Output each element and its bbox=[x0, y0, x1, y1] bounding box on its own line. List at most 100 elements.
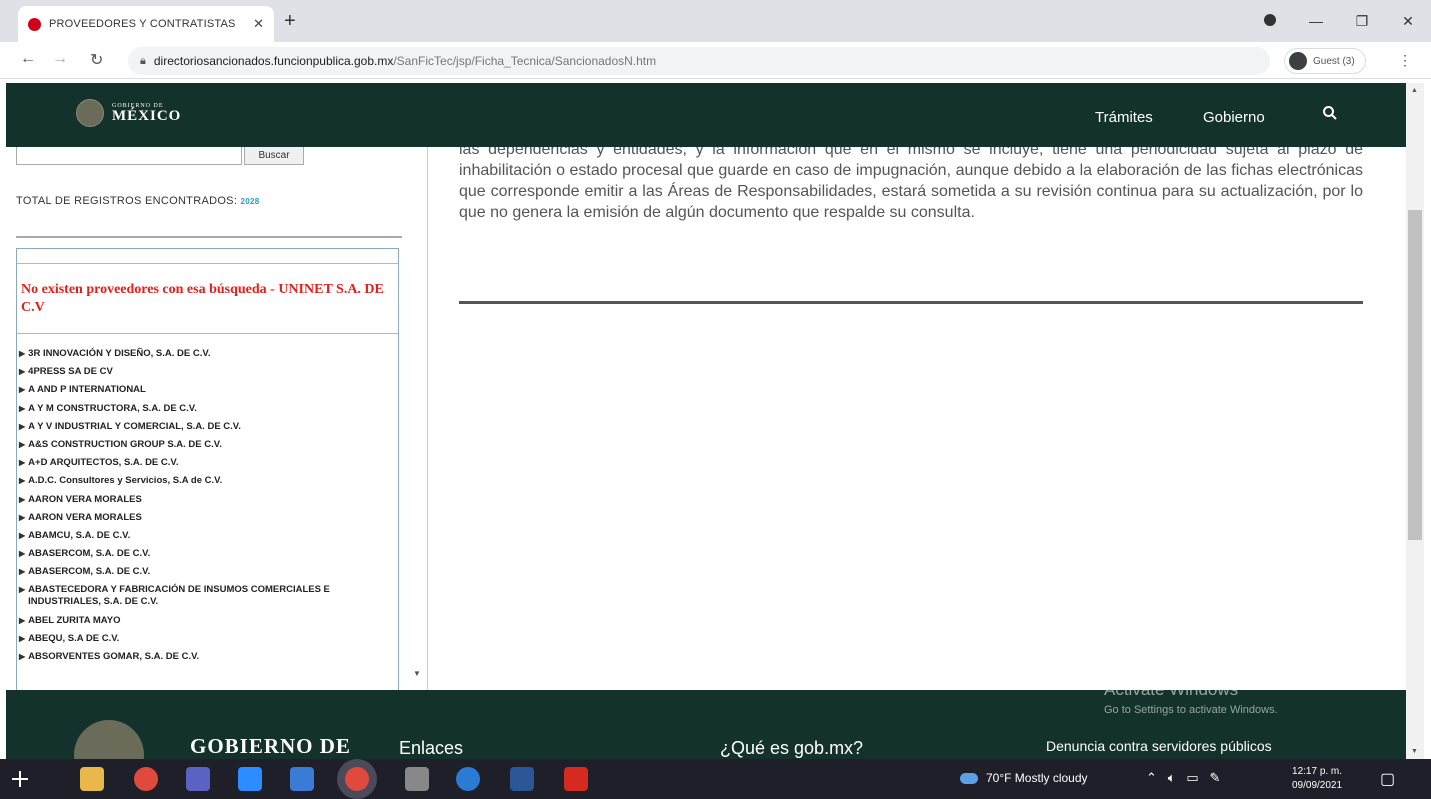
page-scrollbar[interactable]: ▲ ▼ bbox=[1406, 83, 1424, 759]
browser-menu-icon[interactable]: ⋮ bbox=[1398, 52, 1412, 69]
skype-icon[interactable] bbox=[290, 767, 314, 791]
lock-icon[interactable]: 🔒︎ bbox=[140, 55, 146, 68]
notification-icon[interactable]: ▢ bbox=[1380, 769, 1395, 789]
browser-tab[interactable]: PROVEEDORES Y CONTRATISTAS ✕ bbox=[18, 6, 274, 42]
divider bbox=[459, 301, 1363, 304]
logo-big-text: MÉXICO bbox=[112, 107, 182, 124]
network-icon[interactable]: ▭ bbox=[1186, 770, 1198, 785]
expand-triangle-icon: ▶ bbox=[19, 403, 26, 413]
provider-name: ABASERCOM, S.A. DE C.V. bbox=[28, 548, 151, 560]
provider-list: ▶ 3R INNOVACIÓN Y DISEÑO, S.A. DE C.V. ▶ 4P… bbox=[19, 348, 399, 669]
provider-name: ABAMCU, S.A. DE C.V. bbox=[28, 529, 131, 541]
expand-triangle-icon: ▶ bbox=[19, 512, 26, 522]
provider-list-item[interactable]: ▶ ABEL ZURITA MAYO bbox=[19, 615, 399, 627]
file-explorer-icon[interactable] bbox=[80, 767, 104, 791]
divider bbox=[17, 333, 398, 334]
provider-name: ABEL ZURITA MAYO bbox=[28, 614, 121, 626]
profile-button[interactable]: Guest (3) bbox=[1284, 48, 1366, 74]
site-header: GOBIERNO DE MÉXICO Trámites Gobierno bbox=[6, 83, 1406, 147]
back-arrow-icon[interactable]: ← bbox=[20, 50, 36, 68]
provider-list-panel: No existen proveedores con esa búsqueda … bbox=[16, 248, 399, 690]
internet-explorer-icon[interactable] bbox=[456, 767, 480, 791]
system-tray[interactable]: ⌃ 🔈︎ ▭ ✎ bbox=[1146, 770, 1220, 786]
provider-name: ABASERCOM, S.A. DE C.V. bbox=[28, 566, 151, 578]
provider-list-item[interactable]: ▶ AARON VERA MORALES bbox=[19, 512, 399, 524]
close-tab-icon[interactable]: ✕ bbox=[253, 16, 264, 32]
scroll-down-icon[interactable]: ▼ bbox=[1411, 748, 1418, 755]
word-icon[interactable] bbox=[510, 767, 534, 791]
minimize-button[interactable]: — bbox=[1293, 13, 1339, 29]
weather-widget[interactable]: 70°F Mostly cloudy bbox=[960, 771, 1088, 785]
provider-list-item[interactable]: ▶ A+D ARQUITECTOS, S.A. DE C.V. bbox=[19, 457, 399, 469]
expand-triangle-icon: ▶ bbox=[19, 615, 26, 625]
provider-list-item[interactable]: ▶ A AND P INTERNATIONAL bbox=[19, 384, 399, 396]
expand-triangle-icon: ▶ bbox=[19, 367, 26, 377]
provider-list-item[interactable]: ▶ A Y V INDUSTRIAL Y COMERCIAL, S.A. DE C… bbox=[19, 421, 399, 433]
provider-name: A Y V INDUSTRIAL Y COMERCIAL, S.A. DE C.… bbox=[28, 420, 241, 432]
footer-link-que-es-gob[interactable]: ¿Qué es gob.mx? bbox=[720, 738, 863, 759]
expand-triangle-icon: ▶ bbox=[19, 349, 26, 358]
provider-list-item[interactable]: ▶ ABEQU, S.A DE C.V. bbox=[19, 633, 399, 645]
address-bar[interactable]: 🔒︎ directoriosancionados.funcionpublica.… bbox=[128, 47, 1270, 75]
pen-icon[interactable]: ✎ bbox=[1210, 770, 1221, 785]
expand-triangle-icon: ▶ bbox=[19, 530, 26, 540]
total-records: TOTAL DE REGISTROS ENCONTRADOS: 2028 bbox=[16, 195, 260, 207]
expand-triangle-icon: ▶ bbox=[19, 476, 26, 486]
expand-triangle-icon: ▶ bbox=[19, 385, 26, 395]
provider-name: AARON VERA MORALES bbox=[28, 493, 142, 505]
close-window-button[interactable]: ✕ bbox=[1385, 13, 1431, 30]
tray-chevron-icon[interactable]: ⌃ bbox=[1146, 770, 1157, 785]
disclaimer-paragraph: las dependencias y entidades, y la infor… bbox=[459, 147, 1363, 221]
provider-list-item[interactable]: ▶ A Y M CONSTRUCTORA, S.A. DE C.V. bbox=[19, 403, 399, 415]
reload-icon[interactable]: ↻ bbox=[90, 50, 103, 70]
provider-list-item[interactable]: ▶ ABAMCU, S.A. DE C.V. bbox=[19, 530, 399, 542]
provider-name: A AND P INTERNATIONAL bbox=[28, 384, 146, 396]
provider-list-item[interactable]: ▶ 4PRESS SA DE CV bbox=[19, 366, 399, 378]
provider-list-item[interactable]: ▶ 3R INNOVACIÓN Y DISEÑO, S.A. DE C.V. bbox=[19, 348, 399, 360]
scroll-up-icon[interactable]: ▲ bbox=[1411, 87, 1418, 94]
provider-list-item[interactable]: ▶ ABASERCOM, S.A. DE C.V. bbox=[19, 566, 399, 578]
volume-icon[interactable]: 🔈︎ bbox=[1168, 770, 1176, 785]
total-label: TOTAL DE REGISTROS ENCONTRADOS: bbox=[16, 195, 238, 207]
provider-list-item[interactable]: ▶ A.D.C. Consultores y Servicios, S.A de … bbox=[19, 475, 399, 487]
chrome-active-icon[interactable] bbox=[345, 767, 369, 791]
provider-list-item[interactable]: ▶ A&S CONSTRUCTION GROUP S.A. DE C.V. bbox=[19, 439, 399, 451]
provider-name: A.D.C. Consultores y Servicios, S.A de C… bbox=[28, 475, 223, 487]
provider-list-item[interactable]: ▶ ABASERCOM, S.A. DE C.V. bbox=[19, 548, 399, 560]
provider-list-item[interactable]: ▶ ABASTECEDORA Y FABRICACIÓN DE INSUMOS C… bbox=[19, 584, 399, 608]
zoom-icon[interactable] bbox=[238, 767, 262, 791]
new-tab-button[interactable]: + bbox=[284, 10, 296, 33]
gobierno-mexico-logo[interactable]: GOBIERNO DE MÉXICO bbox=[76, 99, 181, 127]
start-icon[interactable] bbox=[12, 771, 28, 787]
windows-taskbar: 70°F Mostly cloudy ⌃ 🔈︎ ▭ ✎ 12:17 p. m. … bbox=[0, 759, 1431, 799]
watermark-subtitle: Go to Settings to activate Windows. bbox=[1104, 704, 1278, 716]
search-button[interactable]: Buscar bbox=[244, 147, 304, 165]
scrollbar-thumb[interactable] bbox=[1408, 210, 1422, 540]
provider-name: AARON VERA MORALES bbox=[28, 511, 142, 523]
provider-name: A Y M CONSTRUCTORA, S.A. DE C.V. bbox=[28, 402, 197, 414]
nav-tramites[interactable]: Trámites bbox=[1095, 109, 1153, 126]
provider-name: ABEQU, S.A DE C.V. bbox=[28, 632, 120, 644]
footer-link-denuncia[interactable]: Denuncia contra servidores públicos bbox=[1046, 738, 1272, 754]
url-host: directoriosancionados.funcionpublica.gob… bbox=[153, 54, 394, 68]
provider-list-item[interactable]: ▶ ABSORVENTES GOMAR, S.A. DE C.V. bbox=[19, 651, 399, 663]
clock-time: 12:17 p. m. bbox=[1292, 766, 1343, 777]
footer-link-enlaces[interactable]: Enlaces bbox=[399, 738, 463, 759]
expand-triangle-icon: ▶ bbox=[19, 458, 26, 468]
provider-list-item[interactable]: ▶ AARON VERA MORALES bbox=[19, 494, 399, 506]
clock[interactable]: 12:17 p. m. 09/09/2021 bbox=[1292, 765, 1342, 793]
teams-icon[interactable] bbox=[186, 767, 210, 791]
acrobat-icon[interactable] bbox=[564, 767, 588, 791]
nav-gobierno[interactable]: Gobierno bbox=[1203, 109, 1265, 126]
sidebar-scroll-down-icon[interactable]: ▼ bbox=[413, 669, 421, 678]
provider-name: 4PRESS SA DE CV bbox=[28, 366, 113, 378]
clock-date: 09/09/2021 bbox=[1292, 780, 1343, 791]
chrome-icon[interactable] bbox=[134, 767, 158, 791]
app-icon[interactable] bbox=[405, 767, 429, 791]
main-content: las dependencias y entidades, y la infor… bbox=[429, 147, 1406, 690]
watermark-title: Activate Windows bbox=[1104, 680, 1239, 699]
provider-search-input[interactable] bbox=[16, 147, 242, 165]
restore-button[interactable]: ❐ bbox=[1339, 13, 1385, 30]
forward-arrow-icon[interactable]: → bbox=[52, 50, 68, 68]
search-icon[interactable] bbox=[1322, 105, 1338, 126]
